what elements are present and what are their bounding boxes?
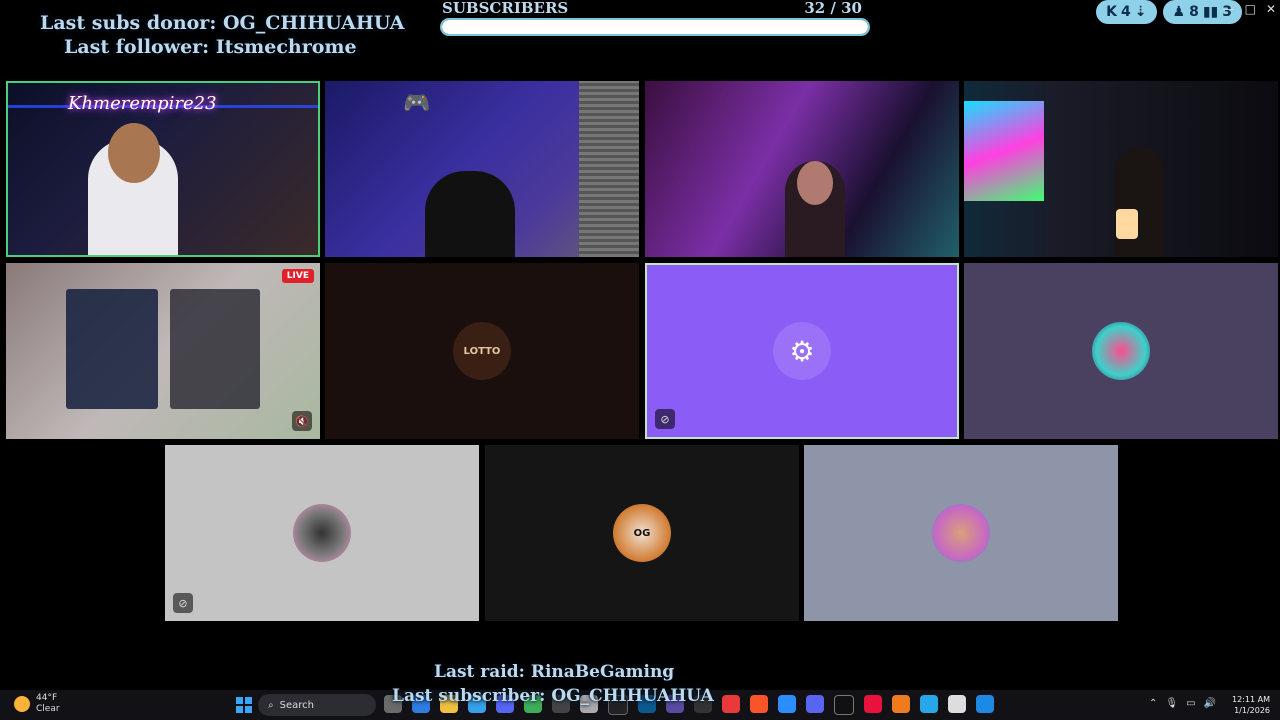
participant-tile-lotto[interactable]: LOTTO <box>325 263 639 439</box>
camera-off-icon[interactable]: ⊘ <box>655 409 675 429</box>
lamp-glow <box>1116 209 1138 239</box>
clock-date: 1/1/2026 <box>1234 706 1270 715</box>
avatar <box>1092 322 1150 380</box>
avatar <box>932 504 990 562</box>
volume-muted-icon[interactable]: 🔇 <box>292 411 312 431</box>
video-tile-khmerempire23[interactable]: Khmerempire23 <box>6 81 320 257</box>
last-donor-text: Last subs donor: OG_CHIHUAHUA <box>40 12 405 34</box>
brave-icon[interactable] <box>750 695 768 713</box>
person-silhouette <box>1114 147 1164 257</box>
pc-rgb-lights <box>964 101 1044 201</box>
cam-label: Khmerempire23 <box>68 93 217 114</box>
telegram-icon[interactable] <box>920 695 938 713</box>
subscriber-progress-bar <box>440 18 870 36</box>
last-follower-text: Last follower: Itsmechrome <box>64 36 357 58</box>
avatar: OG <box>613 504 671 562</box>
start-button[interactable] <box>236 697 252 713</box>
maximize-button[interactable]: □ <box>1245 2 1256 16</box>
avatar-label: LOTTO <box>463 345 501 357</box>
minimize-button[interactable]: — <box>1223 2 1235 16</box>
clock-time: 12:11 AM <box>1232 695 1270 704</box>
participant-tile-lips[interactable] <box>964 263 1278 439</box>
bar-chart-icon: ▮▮ <box>1202 4 1219 20</box>
viewer-icon: ♟ <box>1172 4 1186 20</box>
discord-icon[interactable] <box>806 695 824 713</box>
gamepad-neon-icon: 🎮 <box>403 91 431 116</box>
app-icon[interactable] <box>948 695 966 713</box>
subscriber-goal-label: SUBSCRIBERS <box>442 0 569 17</box>
mic-icon[interactable]: 🎙 <box>1165 698 1178 709</box>
network-icon[interactable]: ▭ <box>1186 698 1195 709</box>
chevron-up-icon[interactable]: ⌃ <box>1149 698 1157 709</box>
speaker-icon[interactable]: 🔊 <box>1204 698 1216 709</box>
kick-stat-value: 4 <box>1121 4 1131 20</box>
viewer-count: 8 <box>1189 4 1199 20</box>
subscriber-progress-fill <box>442 20 868 34</box>
camera-off-icon[interactable]: ⊘ <box>173 593 193 613</box>
screenshare-tile-game[interactable]: LIVE 🔇 <box>6 263 320 439</box>
system-tray: ⌃ 🎙 ▭ 🔊 <box>1149 698 1216 709</box>
inventory-panel <box>66 289 158 409</box>
kick-icon: K <box>1106 4 1118 20</box>
last-subscriber-text: Last subscriber: OG_CHIHUAHUA <box>392 686 714 706</box>
windows-logo-icon <box>236 697 243 704</box>
stream-stats: K 4 ⇣ ♟ 8 ▮▮ 3 <box>1096 0 1242 24</box>
avatar: LOTTO <box>453 322 511 380</box>
participant-tile-bluegrey[interactable] <box>804 445 1118 621</box>
video-tile-4[interactable] <box>964 81 1278 257</box>
subscriber-goal-count: 32 / 30 <box>804 0 862 17</box>
zoom-icon[interactable] <box>778 695 796 713</box>
search-icon: ⌕ <box>268 699 274 711</box>
notepad-icon[interactable] <box>976 695 994 713</box>
arrow-down-icon: ⇣ <box>1134 4 1147 20</box>
person-silhouette <box>425 171 515 257</box>
video-tile-3[interactable] <box>645 81 959 257</box>
participant-tile-grey[interactable]: ⊘ <box>165 445 479 621</box>
temperature: 44°F <box>36 693 58 703</box>
gear-music-icon: ⚙ <box>773 322 831 380</box>
youtube-icon[interactable] <box>722 695 740 713</box>
face-shape <box>797 161 833 205</box>
subscriber-goal: SUBSCRIBERS 32 / 30 <box>440 0 874 40</box>
avatar-label: OG <box>633 527 651 539</box>
app-icon[interactable] <box>864 695 882 713</box>
close-button[interactable]: ✕ <box>1266 2 1276 16</box>
last-raid-text: Last raid: RinaBeGaming <box>434 662 675 682</box>
window-controls: — □ ✕ <box>1223 2 1276 16</box>
window-blinds <box>579 81 639 257</box>
app-icon[interactable] <box>834 695 854 715</box>
live-badge: LIVE <box>281 269 314 283</box>
kick-stat-pill[interactable]: K 4 ⇣ <box>1096 0 1157 24</box>
participant-tile-og[interactable]: OG <box>485 445 799 621</box>
video-tile-2[interactable]: 🎮 <box>325 81 639 257</box>
taskbar-clock[interactable]: 12:11 AM 1/1/2026 <box>1232 694 1270 716</box>
storage-panel <box>170 289 260 409</box>
avatar <box>293 504 351 562</box>
weather-sun-icon <box>14 696 30 712</box>
search-label: Search <box>279 699 314 711</box>
app-icon[interactable] <box>892 695 910 713</box>
weather-widget[interactable]: 44°F Clear <box>14 693 60 715</box>
face-shape <box>108 123 160 183</box>
taskbar-search[interactable]: ⌕ Search <box>258 694 376 716</box>
weather-condition: Clear <box>36 704 60 714</box>
participant-tile-gears[interactable]: ⚙ ⊘ <box>645 263 959 439</box>
